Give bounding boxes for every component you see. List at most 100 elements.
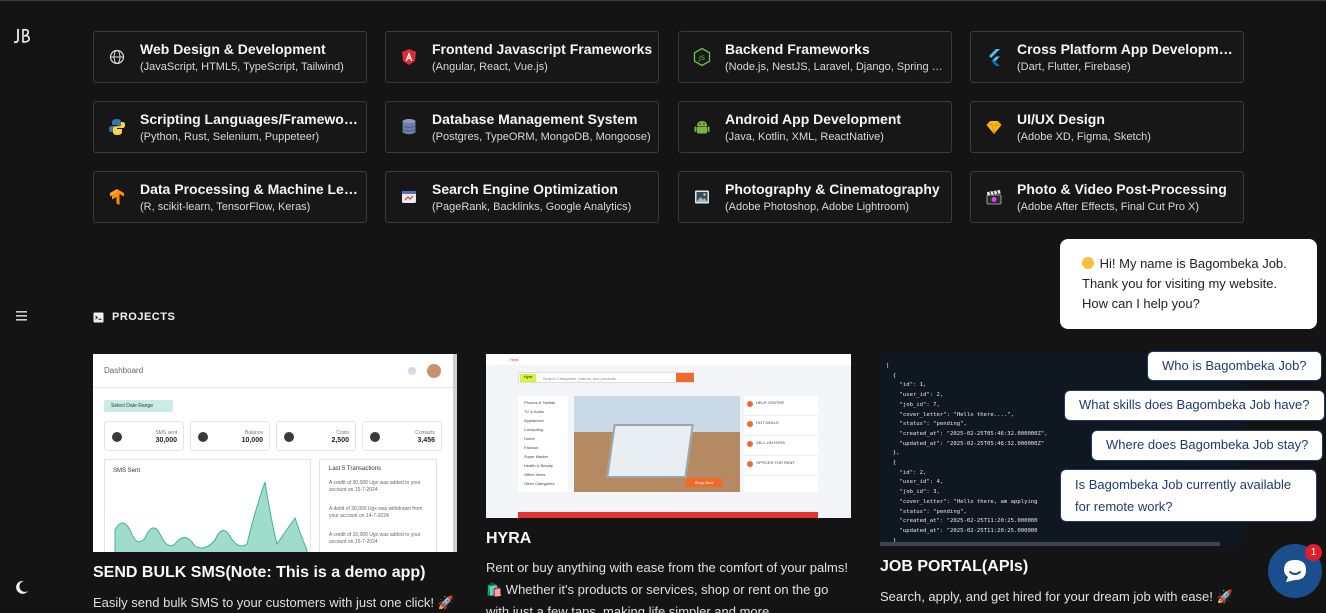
chat-option-button[interactable]: What skills does Bagombeka Job have? <box>1064 390 1325 421</box>
hamburger-menu-icon[interactable] <box>14 309 30 323</box>
chat-option-button[interactable]: Who is Bagombeka Job? <box>1147 351 1322 381</box>
skill-card[interactable]: JS Backend Frameworks (Node.js, NestJS, … <box>678 31 952 83</box>
dark-mode-toggle-icon[interactable] <box>14 579 30 595</box>
skill-subtitle: (Angular, React, Vue.js) <box>432 61 548 73</box>
skill-card[interactable]: Photography & Cinematography (Adobe Phot… <box>678 171 952 223</box>
skill-title: Database Management System <box>432 111 638 127</box>
skill-subtitle: (R, scikit-learn, TensorFlow, Keras) <box>140 201 311 213</box>
json-code: [ { "id": 1, "user_id": 2, "job_id": 7, … <box>886 363 1048 544</box>
skill-subtitle: (JavaScript, HTML5, TypeScript, Tailwind… <box>140 61 344 73</box>
category-item: Health & Beauty <box>524 463 553 468</box>
skill-title: Scripting Languages/Frameworks <box>140 111 362 127</box>
project-title[interactable]: HYRA <box>486 530 531 548</box>
hyra-logo: Hyra <box>520 374 536 382</box>
skill-title: UI/UX Design <box>1017 111 1105 127</box>
chat-greeting-bubble: Hi! My name is Bagombeka Job. Thank you … <box>1060 239 1317 329</box>
skill-card[interactable]: Photo & Video Post-Processing (Adobe Aft… <box>970 171 1244 223</box>
skill-title: Cross Platform App Development <box>1017 41 1239 57</box>
category-item: Appliances <box>524 418 544 423</box>
database-icon <box>402 119 416 135</box>
avatar <box>427 364 441 378</box>
sms-area-graph <box>114 481 308 552</box>
hyra-search-placeholder: Search Categories, brands, and products <box>543 376 616 381</box>
skill-card[interactable]: Frontend Javascript Frameworks (Angular,… <box>385 31 659 83</box>
project-title[interactable]: JOB PORTAL(APIs) <box>880 558 1028 576</box>
project-screenshot-hyra[interactable]: Hyra Search Categories, brands, and prod… <box>486 354 851 518</box>
skill-card[interactable]: Data Processing & Machine Learni... (R, … <box>93 171 367 223</box>
stat-value: 10,000 <box>241 437 263 444</box>
skill-title: Android App Development <box>725 111 902 127</box>
skill-card[interactable]: UI/UX Design (Adobe XD, Figma, Sketch) <box>970 101 1244 153</box>
hyra-banner: Shop Now <box>574 396 740 492</box>
skill-subtitle: (Java, Kotlin, XML, ReactNative) <box>725 131 884 143</box>
tensorflow-icon <box>110 189 124 205</box>
project-title[interactable]: SEND BULK SMS(Note: This is a demo app) <box>93 564 425 582</box>
projects-heading-label: PROJECTS <box>112 311 176 323</box>
hyra-topbar: Hyra <box>486 354 851 365</box>
skill-subtitle: (Adobe XD, Figma, Sketch) <box>1017 131 1151 143</box>
project-description: Rent or buy anything with ease from the … <box>486 560 849 613</box>
skill-card[interactable]: Android App Development (Java, Kotlin, X… <box>678 101 952 153</box>
sms-chart: SMS Sent <box>104 459 311 552</box>
skill-subtitle: (PageRank, Backlinks, Google Analytics) <box>432 201 632 213</box>
skill-card[interactable]: Scripting Languages/Frameworks (Python, … <box>93 101 367 153</box>
stat-label: SMS sent <box>155 430 177 436</box>
stat-value: 3,456 <box>417 437 435 444</box>
chat-option-button[interactable]: Is Bagombeka Job currently available for… <box>1060 469 1317 522</box>
skill-card[interactable]: Web Design & Development (JavaScript, HT… <box>93 31 367 83</box>
category-item: Home <box>524 436 535 441</box>
jb-logo-icon[interactable] <box>12 26 32 46</box>
skill-card[interactable]: Cross Platform App Development (Dart, Fl… <box>970 31 1244 83</box>
category-item: Fashion <box>524 445 539 450</box>
skill-subtitle: (Adobe After Effects, Final Cut Pro X) <box>1017 201 1199 213</box>
hyra-side-links: HELP CENTER HOT DEALS SELL ON HYRA OFFIC… <box>744 396 818 492</box>
stat-label: Costs <box>336 430 349 436</box>
scrollbar <box>453 354 457 552</box>
stat-label: Balance <box>244 430 263 436</box>
date-range-button: Select Date Range <box>104 400 173 412</box>
side-link: HELP CENTER <box>744 396 818 416</box>
category-item: TV & Audio <box>524 409 545 414</box>
dashboard-header-title: Dashboard <box>104 366 144 375</box>
nodejs-icon: JS <box>693 47 711 67</box>
stat-icon <box>112 432 122 442</box>
notification-icon <box>408 367 416 375</box>
diamond-icon <box>986 120 1002 135</box>
hyra-search: Search Categories, brands, and products <box>518 372 694 383</box>
skill-title: Photography & Cinematography <box>725 181 940 197</box>
projects-icon <box>93 312 104 322</box>
skill-card[interactable]: Search Engine Optimization (PageRank, Ba… <box>385 171 659 223</box>
stat-card: Contacts 3,456 <box>362 421 442 451</box>
transactions-title: Last 5 Transactions <box>329 466 382 472</box>
category-item: Super Market <box>524 454 549 459</box>
photo-icon <box>695 190 709 204</box>
python-icon <box>109 119 125 135</box>
skill-title: Backend Frameworks <box>725 41 870 57</box>
chat-option-button[interactable]: Where does Bagombeka Job stay? <box>1091 430 1324 461</box>
category-item: Office Items <box>524 472 546 477</box>
angular-icon <box>402 49 416 65</box>
clapper-icon <box>986 190 1002 205</box>
seo-icon <box>402 191 416 203</box>
project-screenshot-sms[interactable]: Dashboard Select Date Range SMS sent 30,0… <box>93 354 457 552</box>
project-description: Search, apply, and get hired for your dr… <box>880 589 1233 604</box>
flutter-icon <box>989 49 1000 66</box>
category-item: Phones & Tablets <box>524 400 556 405</box>
skill-subtitle: (Dart, Flutter, Firebase) <box>1017 61 1131 73</box>
transaction-item: A credit of 10,000 Ugx was added to your… <box>329 532 421 545</box>
dashboard-header: Dashboard <box>93 354 457 388</box>
code-scrollbar <box>880 542 1220 546</box>
skill-card[interactable]: Database Management System (Postgres, Ty… <box>385 101 659 153</box>
stat-icon <box>198 432 208 442</box>
transaction-item: A credit of 30,000 Ugx was added to your… <box>329 480 421 493</box>
stat-icon <box>370 432 380 442</box>
svg-text:JS: JS <box>698 54 705 62</box>
skill-title: Data Processing & Machine Learni... <box>140 181 362 197</box>
side-link: OFFICES FOR RENT <box>744 456 818 476</box>
project-description: Easily send bulk SMS to your customers w… <box>93 595 454 610</box>
side-link: SELL ON HYRA <box>744 436 818 456</box>
shop-now-button: Shop Now <box>686 478 722 487</box>
stat-value: 30,000 <box>155 437 177 444</box>
top-divider <box>0 0 1326 1</box>
globe-icon <box>109 49 125 65</box>
